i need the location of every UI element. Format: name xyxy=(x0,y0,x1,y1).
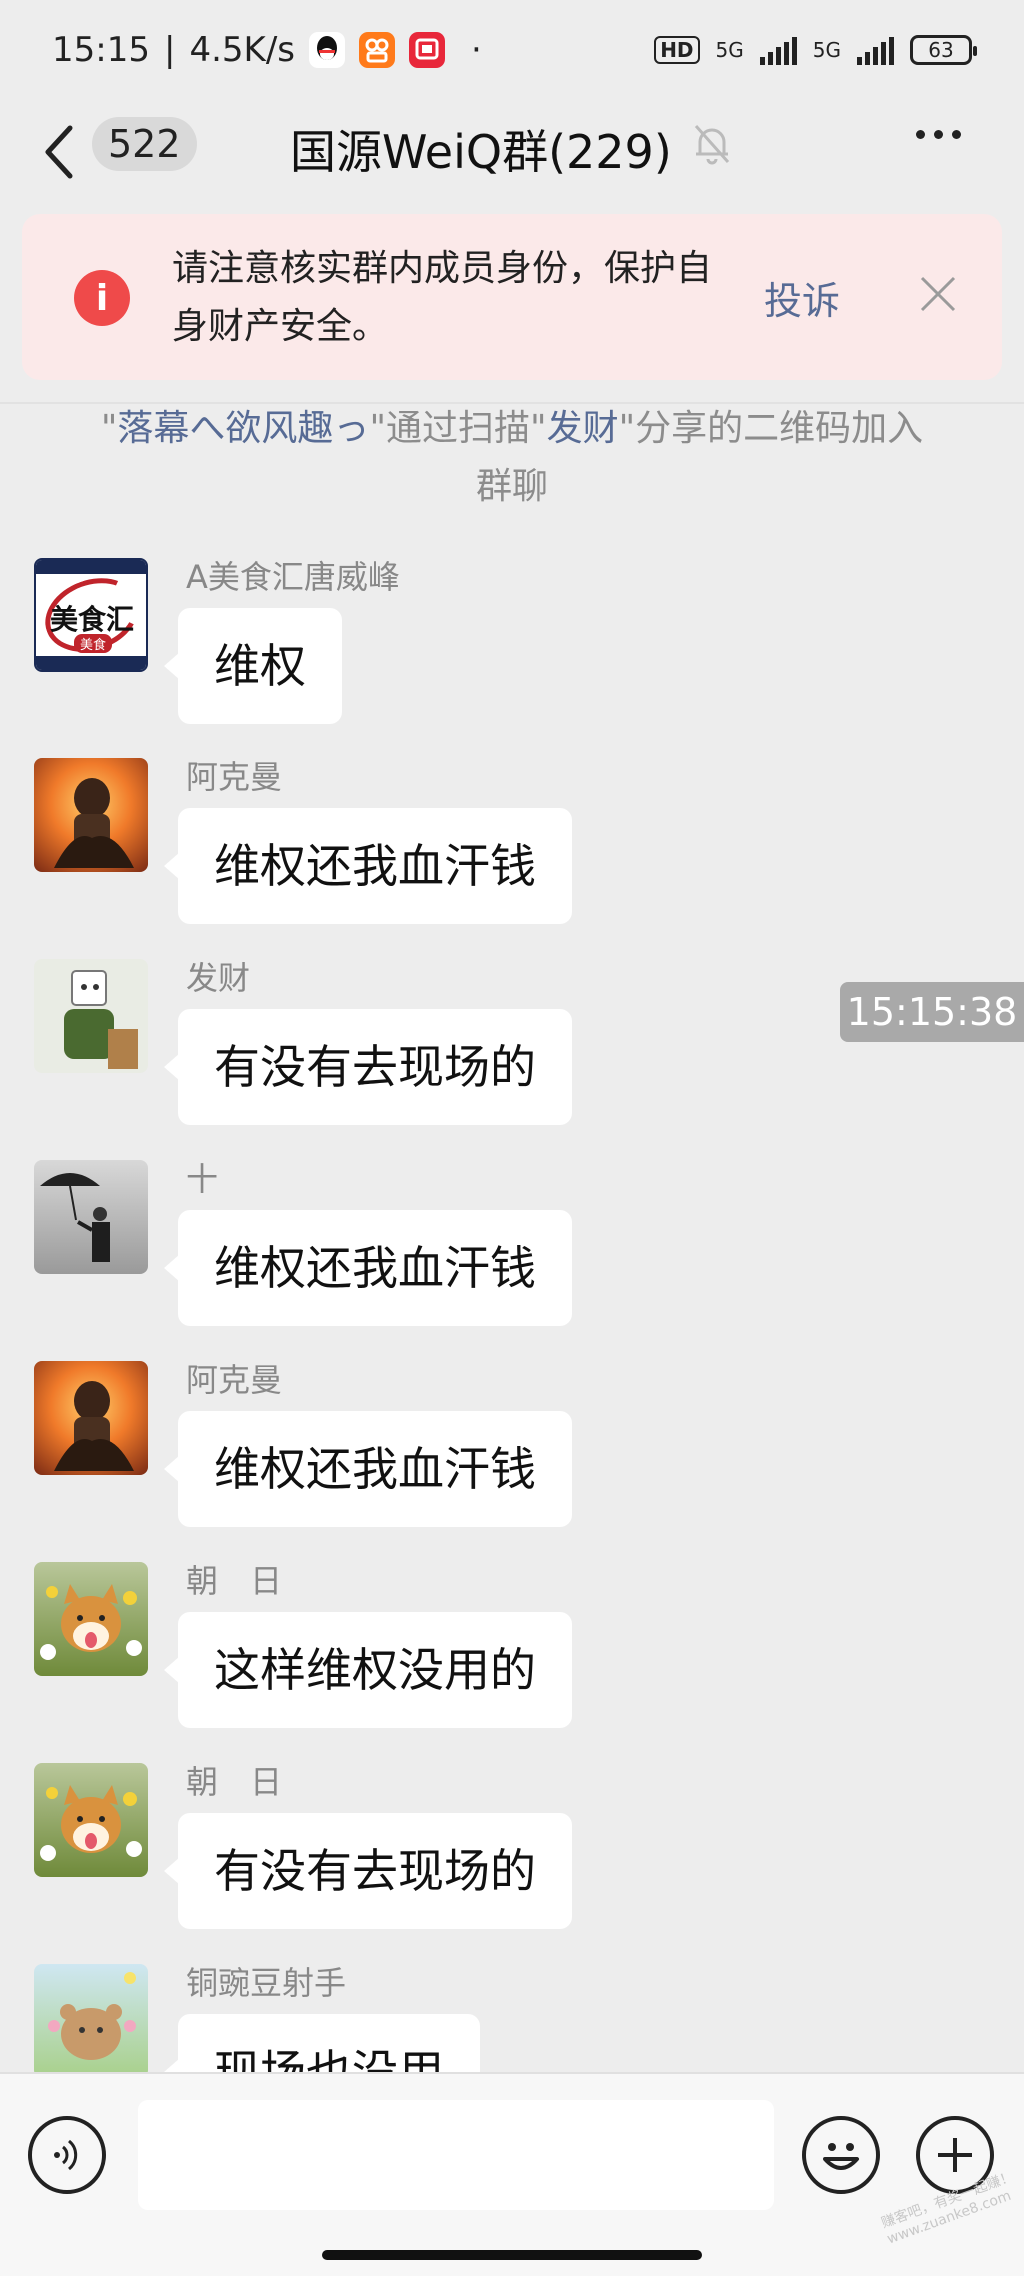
umbrella-man-avatar[interactable] xyxy=(34,1160,148,1274)
sender-name: 阿克曼 xyxy=(186,758,283,796)
bear-cartoon-avatar[interactable] xyxy=(34,1964,148,2072)
message-row: 美食汇 美食 A美食汇唐威峰 维权 xyxy=(0,558,1024,758)
status-dot: · xyxy=(471,30,482,70)
status-bar: 15:15 | 4.5K/s · HD 5G 5G 63 xyxy=(0,0,1024,100)
more-options-icon[interactable] xyxy=(916,130,961,139)
voice-input-icon[interactable] xyxy=(28,2116,106,2194)
warning-message: 请注意核实群内成员身份，保护自身财产安全。 xyxy=(172,248,713,347)
message-row: 十 维权还我血汗钱 xyxy=(0,1160,1024,1360)
message-bubble[interactable]: 维权还我血汗钱 xyxy=(164,1210,572,1326)
sender-name: 发财 xyxy=(186,959,251,997)
message-bubble[interactable]: 有没有去现场的 xyxy=(164,1009,572,1125)
signal-icon-2 xyxy=(857,35,894,65)
close-icon[interactable] xyxy=(918,274,958,314)
sender-name: 铜豌豆射手 xyxy=(186,1964,347,2002)
message-bubble[interactable]: 有没有去现场的 xyxy=(164,1813,572,1929)
cartoon-man-avatar[interactable] xyxy=(34,959,148,1073)
home-indicator[interactable] xyxy=(322,2250,702,2260)
anime-fire-avatar[interactable] xyxy=(34,1361,148,1475)
chat-title[interactable]: 国源WeiQ群(229) xyxy=(290,116,672,182)
message-row: 朝 日 有没有去现场的 xyxy=(0,1763,1024,1963)
shiba-dog-avatar[interactable] xyxy=(34,1562,148,1676)
back-arrow-icon[interactable] xyxy=(40,122,80,182)
food-logo-text: 美食汇 xyxy=(50,603,135,636)
hd-voice-icon: HD xyxy=(654,36,700,64)
network-5g-label-2: 5G xyxy=(812,38,841,62)
sender-name: 十 xyxy=(186,1160,219,1198)
message-bubble[interactable]: 维权还我血汗钱 xyxy=(164,808,572,924)
sharer-link[interactable]: 发财 xyxy=(547,408,619,449)
status-time: 15:15 xyxy=(52,30,150,70)
message-row: 阿克曼 维权还我血汗钱 xyxy=(0,758,1024,958)
safety-warning-banner: i 请注意核实群内成员身份，保护自身财产安全。 投诉 xyxy=(22,214,1002,380)
food-logo-avatar[interactable]: 美食汇 美食 xyxy=(34,558,148,672)
message-row: 阿克曼 维权还我血汗钱 xyxy=(0,1361,1024,1561)
emoji-icon[interactable] xyxy=(802,2116,880,2194)
battery-level: 63 xyxy=(928,38,954,62)
taobao-app-icon xyxy=(359,32,395,68)
chat-input-bar xyxy=(0,2072,1024,2276)
signal-icon-1 xyxy=(759,35,797,65)
network-speed: 4.5K/s xyxy=(189,30,295,70)
shiba-dog-avatar[interactable] xyxy=(34,1763,148,1877)
message-row: 朝 日 这样维权没用的 xyxy=(0,1562,1024,1762)
message-bubble[interactable]: 现场也没用 xyxy=(164,2014,480,2072)
complain-link[interactable]: 投诉 xyxy=(764,270,840,325)
inviter-link[interactable]: 落幕へ欲风趣っ xyxy=(117,408,369,449)
battery-icon: 63 xyxy=(910,35,977,65)
network-5g-label-1: 5G xyxy=(715,38,744,62)
message-bubble[interactable]: 维权 xyxy=(164,608,342,724)
status-separator: | xyxy=(163,30,176,70)
shopping-app-icon xyxy=(409,32,445,68)
qq-icon xyxy=(309,32,345,68)
sender-name: A美食汇唐威峰 xyxy=(186,558,400,596)
message-row: 铜豌豆射手 现场也没用 xyxy=(0,1964,1024,2072)
message-timestamp: 15:15:38 xyxy=(840,982,1024,1042)
sender-name: 阿克曼 xyxy=(186,1361,283,1399)
warning-info-icon: i xyxy=(74,270,130,326)
join-system-message: "落幕へ欲风趣っ"通过扫描"发财"分享的二维码加入群聊 xyxy=(100,408,924,507)
message-bubble[interactable]: 维权还我血汗钱 xyxy=(164,1411,572,1527)
sender-name: 朝 日 xyxy=(186,1562,283,1600)
muted-bell-icon xyxy=(694,125,730,165)
anime-fire-avatar[interactable] xyxy=(34,758,148,872)
unread-count-badge[interactable]: 522 xyxy=(92,117,197,171)
sender-name: 朝 日 xyxy=(186,1763,283,1801)
message-input[interactable] xyxy=(138,2100,774,2210)
message-bubble[interactable]: 这样维权没用的 xyxy=(164,1612,572,1728)
food-logo-badge: 美食 xyxy=(74,634,113,653)
